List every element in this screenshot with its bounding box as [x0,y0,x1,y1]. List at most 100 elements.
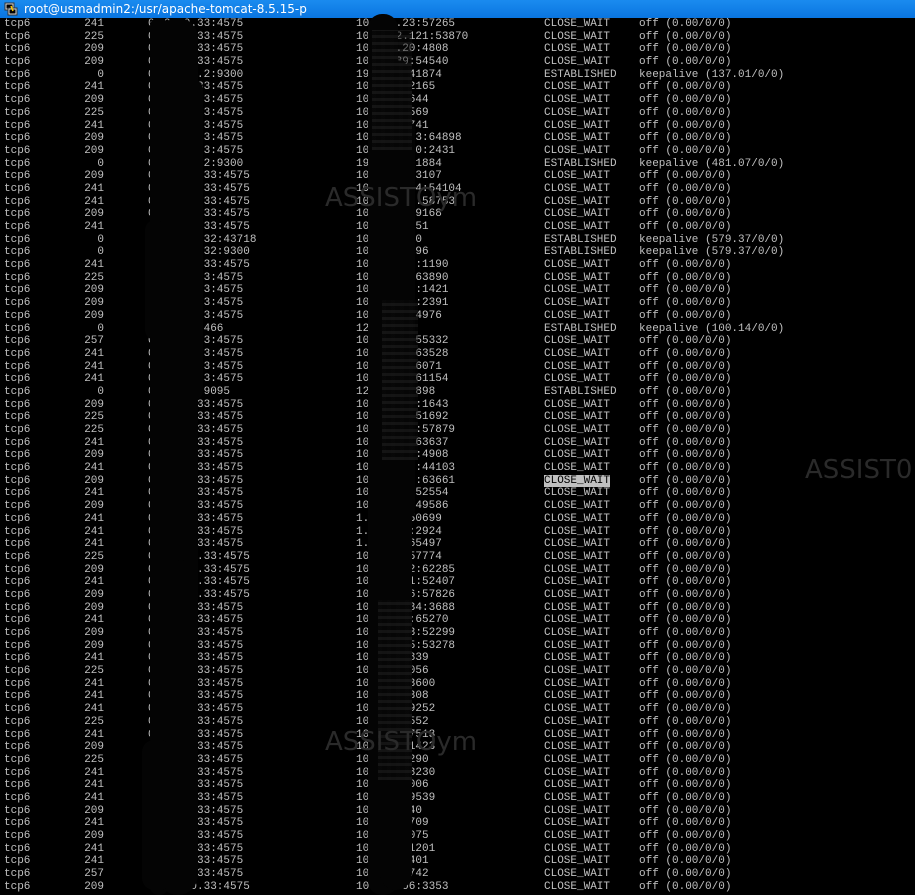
netstat-foreign: 10.46:65075 [356,830,429,842]
netstat-recvq: 241 [84,703,104,716]
netstat-recvq: 209 [84,94,104,107]
netstat-proto: tcp6 [4,94,31,107]
netstat-local: 0.40.33:4575 [164,297,244,310]
netstat-recvq: 241 [84,779,104,792]
netstat-foreign: 10.40.161:52407 [356,576,456,589]
netstat-sendq: 0 [148,487,155,500]
netstat-recvq: 209 [84,284,104,297]
netstat-local: 0.40.33:4575 [164,487,244,500]
netstat-recvq: 209 [84,500,104,513]
netstat-row: tcp6 225 0 0.40.33:4575 10.52.21:51692 CLOSE_… [4,411,915,424]
netstat-local: 0.40.33:4575 [164,500,244,513]
netstat-foreign: 10.118.27:4908 [356,449,449,462]
netstat-local: 0.40.33:4575 [164,627,244,639]
netstat-foreign: 10.8.197:63528 [356,347,449,360]
netstat-timer: off (0.00/0/0) [639,195,732,208]
netstat-local: 0.40.33:4575 [164,474,244,487]
netstat-local: 0.40.33:4575 [164,868,244,881]
netstat-sendq: 0 [148,43,155,56]
netstat-foreign: 10.103:57513 [356,728,436,741]
netstat-sendq: 0 [148,512,155,525]
netstat-local: 0.40.33:4575 [164,715,244,728]
title-bar[interactable]: root@usmadmin2:/usr/apache-tomcat-8.5.15… [0,0,915,18]
netstat-row: tcp6 241 0 0.40.33:4575 10.92:56401 CLOSE_WAI… [4,855,915,868]
netstat-proto: tcp6 [4,601,31,614]
netstat-local: 20.40.33:4575 [164,576,250,589]
netstat-state: CLOSE_WAIT [544,817,611,830]
netstat-row: tcp6 225 0 0.40.33:4575 10.140.30:57879 CLOSE… [4,424,915,437]
netstat-proto: tcp6 [4,157,31,170]
netstat-state: CLOSE_WAIT [544,132,611,145]
netstat-foreign: 10.12.20:49586 [356,500,449,513]
netstat-proto: tcp6 [4,385,31,398]
netstat-row: tcp6 209 0 0.40.33:4575 10.3.8.103:64898 CLOS… [4,132,915,145]
netstat-foreign: 10.196.23:57265 [356,18,456,30]
netstat-proto: tcp6 [4,728,31,741]
netstat-state: CLOSE_WAIT [544,170,611,183]
netstat-state: CLOSE_WAIT [544,665,611,678]
netstat-timer: off (0.00/0/0) [639,868,732,881]
netstat-sendq: 0 [148,614,155,627]
netstat-timer: off (0.00/0/0) [639,766,732,779]
netstat-row: tcp6 241 0 0.40.33:4575 10.56.41:61154 CLOSE_… [4,373,915,386]
netstat-row: tcp6 209 0 0.40.33:4575 10.4.93:54976 CLOSE_W… [4,310,915,323]
netstat-timer: off (0.00/0/0) [639,842,732,855]
netstat-row: tcp6 225 0 0.40.33:4575 10.3.52.121:53870 CLO… [4,31,915,44]
netstat-proto: tcp6 [4,576,31,589]
netstat-state: CLOSE_WAIT [544,309,611,322]
netstat-timer: off (0.00/0/0) [639,94,732,107]
putty-terminal-icon [4,2,18,16]
netstat-state: CLOSE_WAIT [544,741,611,754]
netstat-foreign: 10.67:55709 [356,817,429,830]
netstat-foreign: 10.3.52.121:53870 [356,30,469,43]
netstat-row: tcp6 209 0 0.40.33:4575 10.46:65075 CLOSE_WAI… [4,830,915,843]
netstat-state: CLOSE_WAIT [544,728,611,741]
netstat-proto: tcp6 [4,817,31,830]
netstat-row: tcp6 241 0 0.40.33:4575 10.103:57513 CLOSE_WA… [4,729,915,742]
netstat-state: CLOSE_WAIT [544,576,611,589]
netstat-state: CLOSE_WAIT [544,144,611,157]
netstat-sendq: 0 [148,728,155,741]
netstat-state: CLOSE_WAIT [544,804,611,817]
netstat-timer: off (0.00/0/0) [639,411,732,424]
netstat-proto: tcp6 [4,830,31,842]
netstat-proto: tcp6 [4,715,31,728]
netstat-proto: tcp6 [4,309,31,322]
netstat-timer: off (0.00/0/0) [639,271,732,284]
netstat-sendq: 0 [148,563,155,576]
netstat-local: 0.40.33:4575 [164,855,244,868]
netstat-row: tcp6 209 0 0.40.33:4575 10.34:2240 CLOSE_WAIT… [4,805,915,818]
netstat-state: ESTABLISHED [544,157,617,170]
netstat-state: CLOSE_WAIT [544,690,611,703]
window-title: root@usmadmin2:/usr/apache-tomcat-8.5.15… [24,2,307,16]
netstat-foreign: 10.36.43:52554 [356,487,449,500]
netstat-sendq: 0 [148,170,155,183]
netstat-state: CLOSE_WAIT [544,855,611,868]
netstat-row: tcp6 225 0 0.40.33:4575 10.33:51290 CLOSE_WAI… [4,754,915,767]
netstat-sendq: 0 [148,195,155,208]
netstat-local: 168.6.2:9300 [164,68,244,81]
netstat-state: CLOSE_WAIT [544,436,611,449]
netstat-state: CLOSE_WAIT [544,614,611,627]
netstat-recvq: 225 [84,106,104,119]
netstat-row: tcp6 209 0 0.40.33:4575 10.0.139:54540 CLOSE_… [4,56,915,69]
netstat-timer: off (0.00/0/0) [639,309,732,322]
netstat-sendq: 0 [148,373,155,386]
netstat-recvq: 209 [84,43,104,56]
netstat-sendq: 0 [148,830,155,842]
netstat-proto: tcp6 [4,335,31,348]
netstat-timer: off (0.00/0/0) [639,639,732,652]
netstat-row: tcp6 241 0 0.40.33:4575 10.6.88:56071 CLOSE_W… [4,361,915,374]
netstat-local: 20.40.33:4575 [164,550,250,563]
netstat-state: CLOSE_WAIT [544,703,611,716]
netstat-recvq: 209 [84,309,104,322]
netstat-row: tcp6 241 0 0.40.33:4575 10.67:55709 CLOSE_WAI… [4,817,915,830]
netstat-timer: off (0.00/0/0) [639,677,732,690]
netstat-timer: off (0.00/0/0) [639,182,732,195]
netstat-foreign: 10.6.88:56071 [356,360,442,373]
netstat-state: CLOSE_WAIT [544,525,611,538]
netstat-row: tcp6 209 0 0.40.33:4575 10.47.220:63661 CLOSE… [4,474,915,488]
netstat-state: CLOSE_WAIT [544,779,611,792]
netstat-state: CLOSE_WAIT [544,18,611,30]
terminal-output[interactable]: tcp6 241 0 0.40.33:4575 10.196.23:57265 CLOSE… [4,18,915,895]
